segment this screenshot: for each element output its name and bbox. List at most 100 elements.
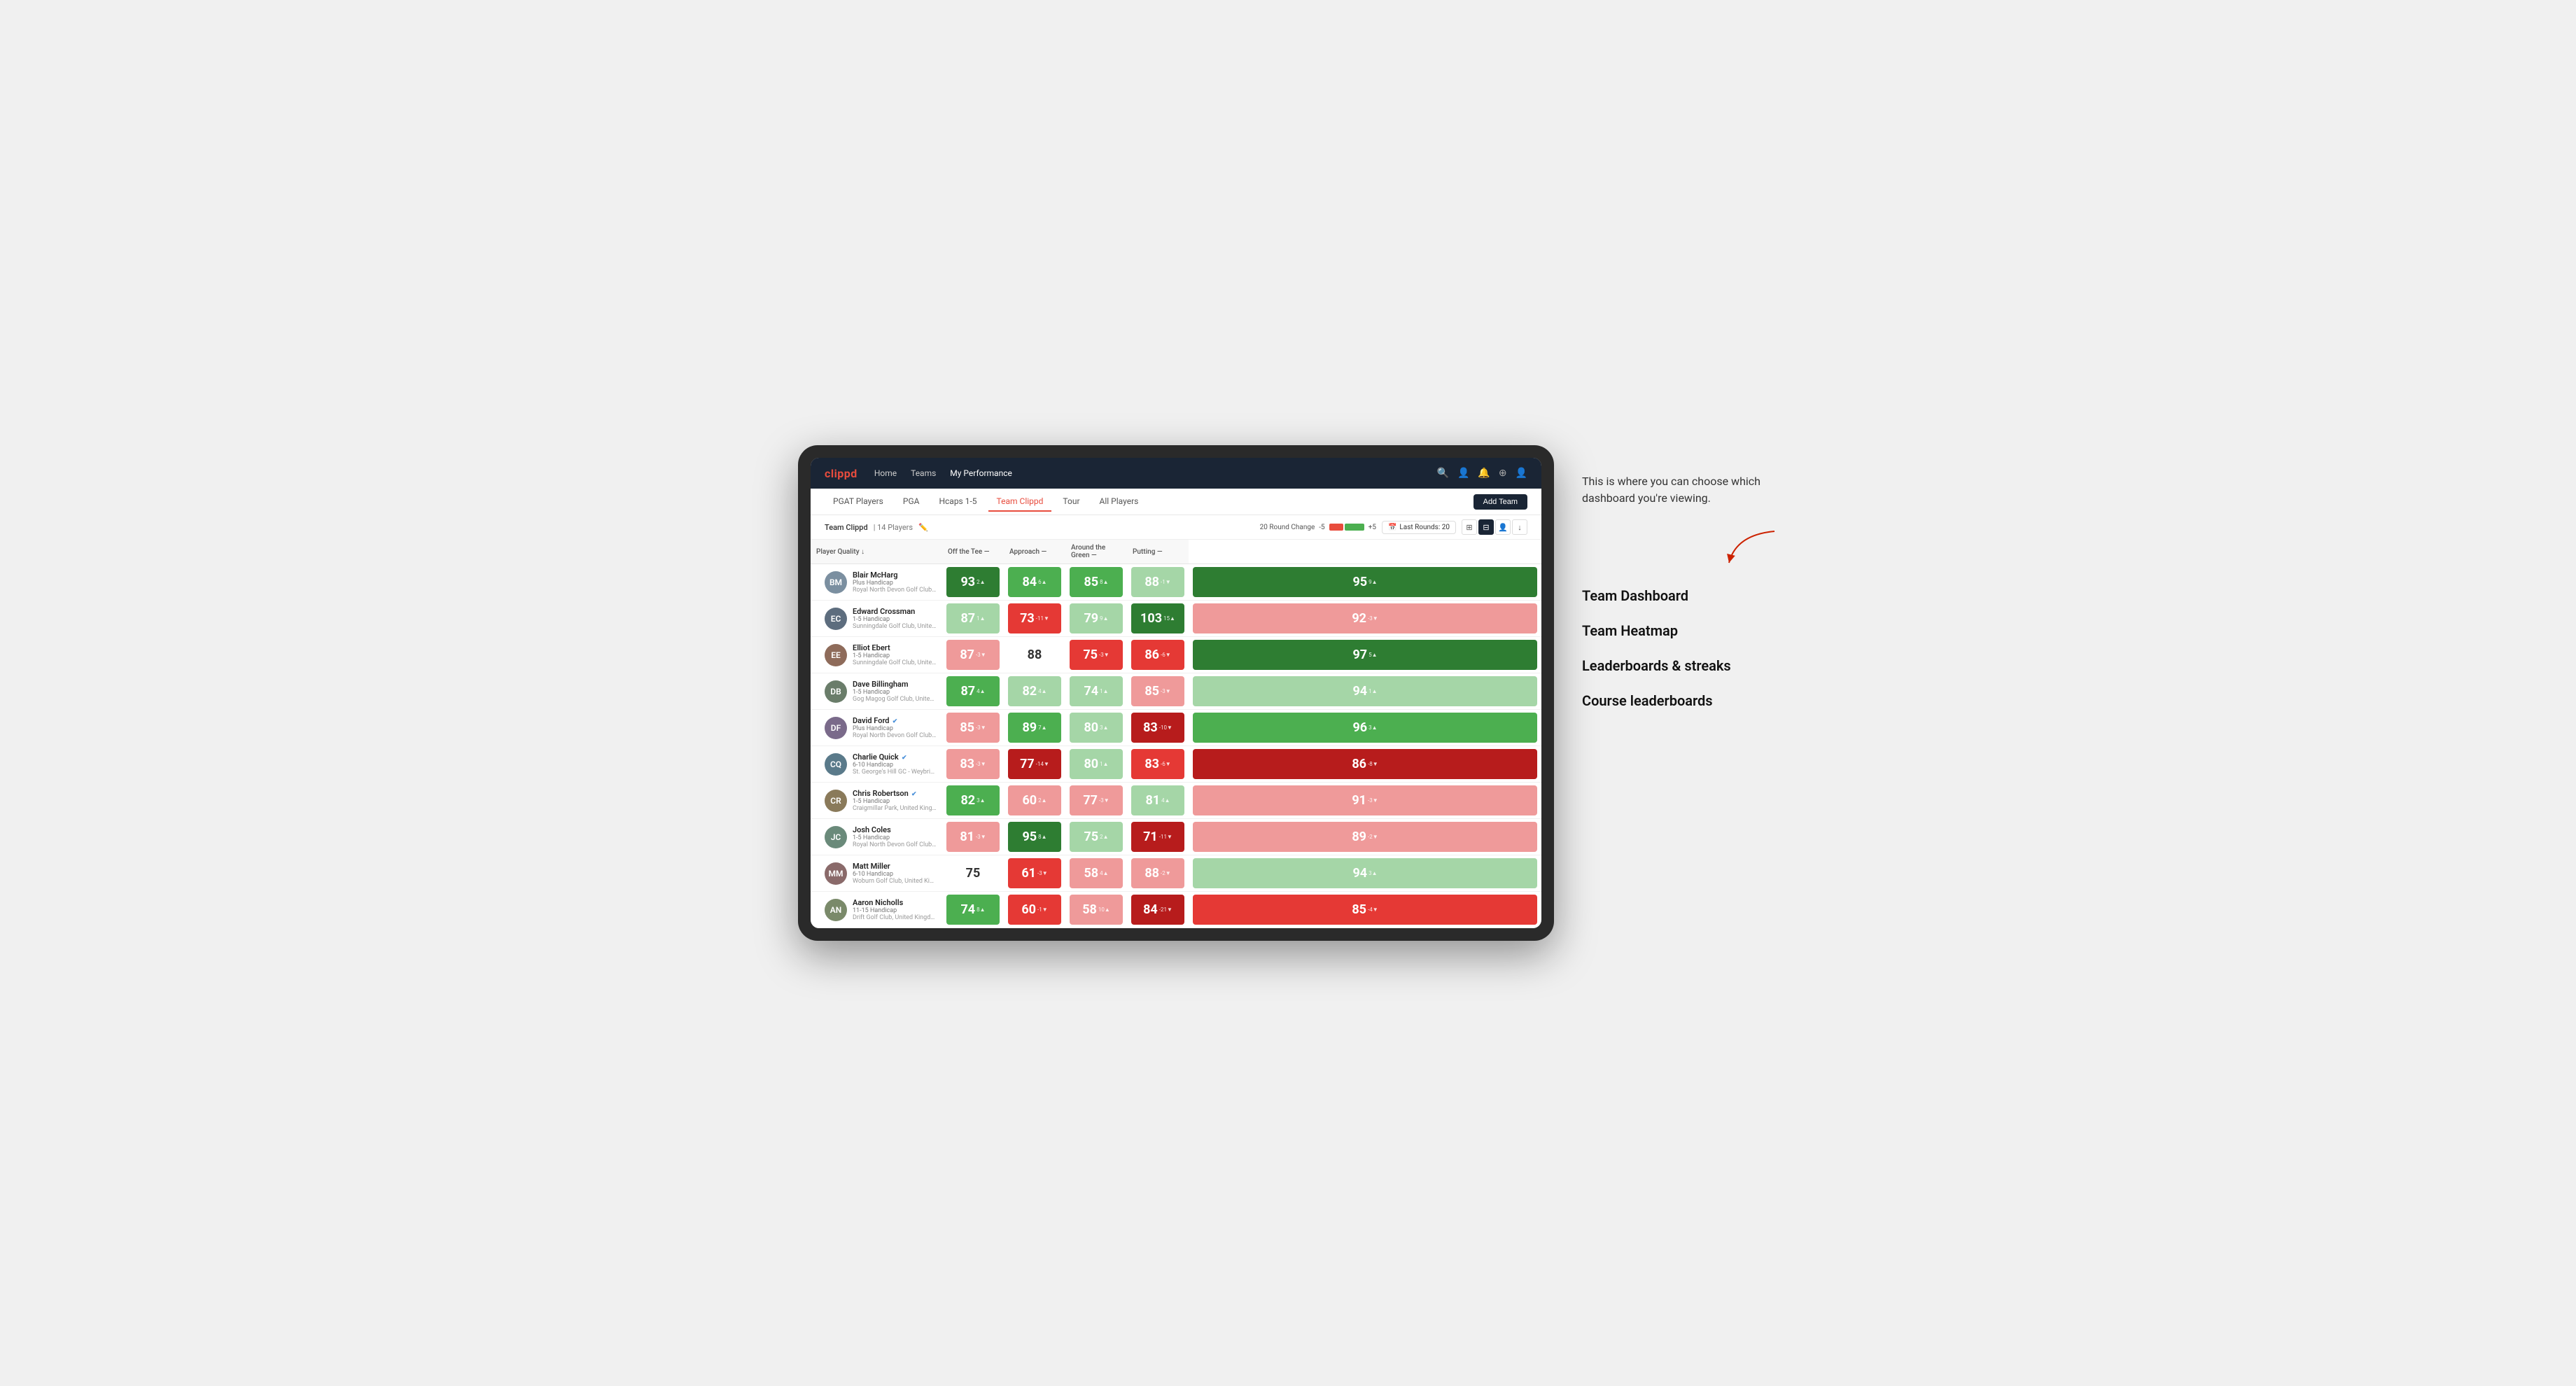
stat-value: 87	[960, 684, 975, 699]
stat-value: 85	[1352, 902, 1366, 917]
player-cell-3[interactable]: DBDave Billingham1-5 HandicapGog Magog G…	[811, 673, 942, 710]
col-around-green-header[interactable]: Around the Green —	[1065, 540, 1127, 564]
search-icon[interactable]: 🔍	[1437, 468, 1449, 479]
sub-nav-hcaps[interactable]: Hcaps 1-5	[930, 492, 985, 512]
player-cell-2[interactable]: EEElliot Ebert1-5 HandicapSunningdale Go…	[811, 637, 942, 673]
stat-value: 85	[1144, 684, 1159, 699]
stat-change: 9▲	[1368, 579, 1377, 585]
stat-change: -11▼	[1036, 615, 1049, 622]
player-avatar: JC	[825, 826, 847, 848]
player-cell-5[interactable]: CQCharlie Quick ✔6-10 HandicapSt. George…	[811, 746, 942, 783]
stat-value: 91	[1352, 793, 1366, 808]
player-cell-9[interactable]: ANAaron Nicholls11-15 HandicapDrift Golf…	[811, 892, 942, 928]
table-row: EEElliot Ebert1-5 HandicapSunningdale Go…	[811, 637, 1541, 673]
stat-box: 959▲	[1193, 567, 1537, 597]
heatmap-view-button[interactable]: ⊟	[1478, 519, 1494, 535]
stat-change: -11▼	[1159, 834, 1172, 840]
player-club: Sunningdale Golf Club, United Kingdom	[853, 623, 937, 630]
around-green-cell-6: 814▲	[1127, 783, 1189, 819]
player-avatar: DF	[825, 717, 847, 739]
player-cell-6[interactable]: CRChris Robertson ✔1-5 HandicapCraigmill…	[811, 783, 942, 819]
round-change-section: 20 Round Change -5 +5	[1260, 524, 1376, 531]
view-icons: ⊞ ⊟ 👤 ↓	[1462, 519, 1527, 535]
stat-value: 83	[960, 757, 974, 771]
last-rounds-button[interactable]: 📅 Last Rounds: 20	[1382, 521, 1456, 534]
col-putting-header[interactable]: Putting —	[1127, 540, 1189, 564]
settings-icon[interactable]: ⊕	[1499, 468, 1507, 479]
dashboard-item-3: Leaderboards & streaks	[1582, 657, 1778, 675]
stat-value: 84	[1022, 575, 1037, 589]
sub-nav-pgat[interactable]: PGAT Players	[825, 492, 892, 512]
profile-icon[interactable]: 👤	[1457, 468, 1469, 479]
stat-value: 75	[1084, 830, 1098, 844]
sub-nav-tour[interactable]: Tour	[1054, 492, 1088, 512]
player-cell-8[interactable]: MMMatt Miller6-10 HandicapWoburn Golf Cl…	[811, 855, 942, 892]
around-green-cell-0: 88-1▼	[1127, 564, 1189, 601]
stat-value: 58	[1084, 866, 1098, 881]
nav-my-performance[interactable]: My Performance	[950, 468, 1012, 478]
stat-value: 87	[960, 611, 975, 626]
add-team-button[interactable]: Add Team	[1474, 494, 1527, 510]
stat-box: 88-1▼	[1131, 567, 1184, 597]
player-cell-7[interactable]: JCJosh Coles1-5 HandicapRoyal North Devo…	[811, 819, 942, 855]
stat-value: 96	[1352, 720, 1367, 735]
edit-team-icon[interactable]: ✏️	[918, 523, 928, 532]
person-view-button[interactable]: 👤	[1495, 519, 1511, 535]
download-button[interactable]: ↓	[1512, 519, 1527, 535]
player-handicap: Plus Handicap	[853, 725, 937, 732]
stat-box: 858▲	[1070, 567, 1123, 597]
nav-teams[interactable]: Teams	[911, 468, 936, 478]
nav-home[interactable]: Home	[874, 468, 897, 478]
stat-change: 2▲	[1038, 797, 1046, 804]
sub-nav-pga[interactable]: PGA	[895, 492, 928, 512]
stat-value: 74	[1084, 684, 1098, 699]
sub-nav-team-clippd[interactable]: Team Clippd	[988, 492, 1052, 512]
table-row: DFDavid Ford ✔Plus HandicapRoyal North D…	[811, 710, 1541, 746]
stat-change: -3▼	[976, 834, 986, 840]
bar-positive	[1345, 524, 1364, 531]
off-tee-cell-1: 73-11▼	[1004, 601, 1065, 637]
stat-value: 85	[960, 720, 974, 735]
stat-box: 60-1▼	[1008, 895, 1061, 925]
stat-box: 89-2▼	[1193, 822, 1537, 852]
approach-cell-4: 803▲	[1065, 710, 1127, 746]
stat-value: 60	[1021, 902, 1036, 917]
page-wrapper: clippd Home Teams My Performance 🔍 👤 🔔 ⊕…	[798, 445, 1778, 941]
stat-value: 75	[966, 866, 981, 881]
stat-box: 741▲	[1070, 676, 1123, 706]
player-name: Dave Billingham	[853, 680, 937, 689]
col-approach-header[interactable]: Approach —	[1004, 540, 1065, 564]
stat-change: -2▼	[1161, 870, 1171, 876]
stat-change: -21▼	[1159, 906, 1172, 913]
player-cell-4[interactable]: DFDavid Ford ✔Plus HandicapRoyal North D…	[811, 710, 942, 746]
stat-value: 81	[960, 830, 974, 844]
player-cell-1[interactable]: ECEdward Crossman1-5 HandicapSunningdale…	[811, 601, 942, 637]
stat-change: -3▼	[976, 724, 986, 731]
stat-box: 932▲	[946, 567, 1000, 597]
col-off-tee-header[interactable]: Off the Tee —	[942, 540, 1004, 564]
sub-nav-all-players[interactable]: All Players	[1091, 492, 1147, 512]
notifications-icon[interactable]: 🔔	[1478, 468, 1490, 479]
player-club: Gog Magog Golf Club, United Kingdom	[853, 696, 937, 703]
approach-cell-5: 801▲	[1065, 746, 1127, 783]
stat-value: 74	[960, 902, 975, 917]
stat-box: 61-3▼	[1008, 858, 1061, 888]
user-avatar-icon[interactable]: 👤	[1516, 468, 1527, 479]
stat-value: 81	[1145, 793, 1160, 808]
stat-value: 82	[960, 793, 975, 808]
stat-box: 83-3▼	[946, 749, 1000, 779]
player-quality-cell-5: 83-3▼	[942, 746, 1004, 783]
grid-view-button[interactable]: ⊞	[1462, 519, 1477, 535]
player-cell-0[interactable]: BMBlair McHargPlus HandicapRoyal North D…	[811, 564, 942, 601]
stat-value: 89	[1022, 720, 1037, 735]
stat-box: 799▲	[1070, 603, 1123, 634]
stat-box: 943▲	[1193, 858, 1537, 888]
col-player-header[interactable]: Player Quality ↓	[811, 540, 942, 564]
player-avatar: EE	[825, 644, 847, 666]
round-change-label: 20 Round Change	[1260, 524, 1315, 531]
player-club: Royal North Devon Golf Club, United King…	[853, 587, 937, 594]
stat-value: 97	[1352, 648, 1367, 662]
stat-change: 8▲	[1100, 579, 1108, 585]
player-quality-cell-7: 81-3▼	[942, 819, 1004, 855]
stat-change: -1▼	[1037, 906, 1048, 913]
